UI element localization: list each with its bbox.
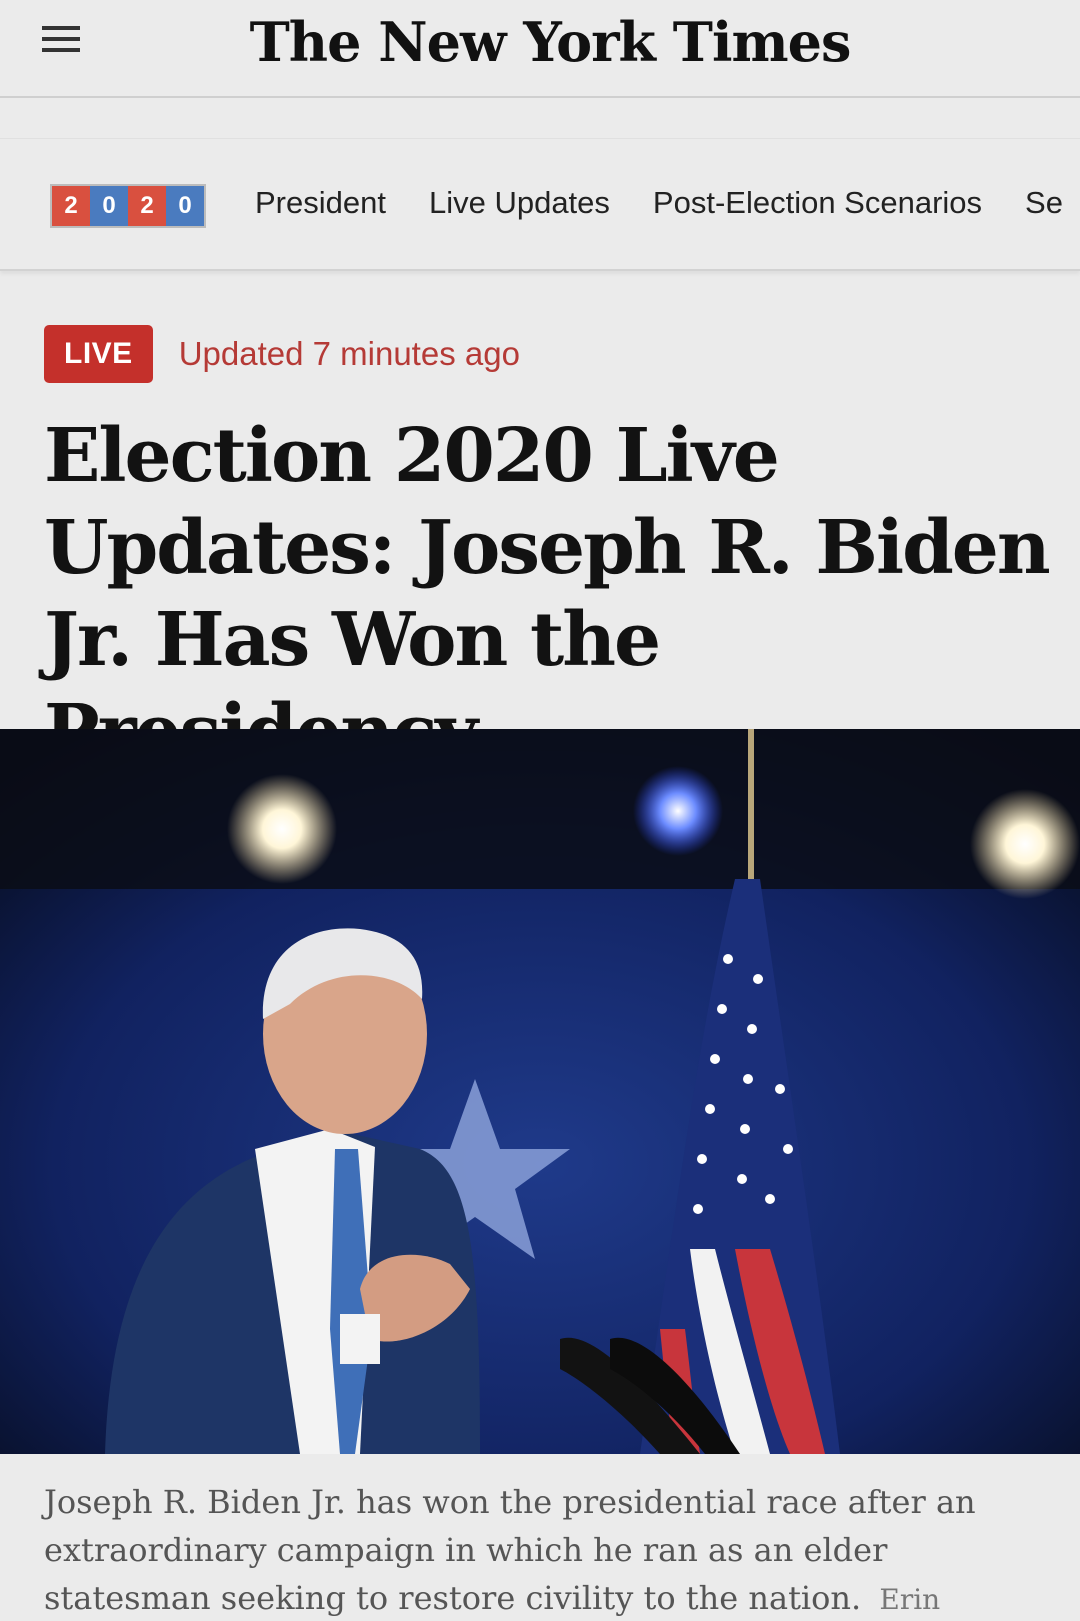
subnav-link-live-updates[interactable]: Live Updates [429, 185, 610, 221]
lead-photo-illustration [0, 729, 1080, 1454]
subnav-links: President Live Updates Post-Election Sce… [255, 185, 1080, 221]
photo-caption-area: Joseph R. Biden Jr. has won the presiden… [0, 1454, 1080, 1621]
badge-digit: 0 [90, 186, 128, 226]
subnav-link-president[interactable]: President [255, 185, 386, 221]
badge-digit: 0 [166, 186, 204, 226]
top-bar: The New York Times [0, 0, 1080, 98]
live-badge: LIVE [44, 325, 153, 383]
badge-digit: 2 [128, 186, 166, 226]
subnav-link-truncated[interactable]: Se [1025, 185, 1063, 221]
lead-photo[interactable] [0, 729, 1080, 1454]
masthead-logo[interactable]: The New York Times [0, 10, 1080, 74]
header-spacer [0, 98, 1080, 139]
badge-digit: 2 [52, 186, 90, 226]
election-subnav: 2 0 2 0 President Live Updates Post-Elec… [0, 139, 1080, 271]
photo-caption-text: Joseph R. Biden Jr. has won the presiden… [44, 1483, 976, 1617]
updated-timestamp: Updated 7 minutes ago [178, 335, 520, 372]
article-headline[interactable]: Election 2020 Live Updates: Joseph R. Bi… [44, 410, 1054, 778]
live-status-row: LIVE Updated 7 minutes ago [44, 325, 520, 383]
photo-caption: Joseph R. Biden Jr. has won the presiden… [44, 1478, 1044, 1621]
election-2020-badge[interactable]: 2 0 2 0 [50, 184, 206, 228]
photo-credit: Erin [879, 1583, 941, 1616]
subnav-link-post-election-scenarios[interactable]: Post-Election Scenarios [653, 185, 982, 221]
